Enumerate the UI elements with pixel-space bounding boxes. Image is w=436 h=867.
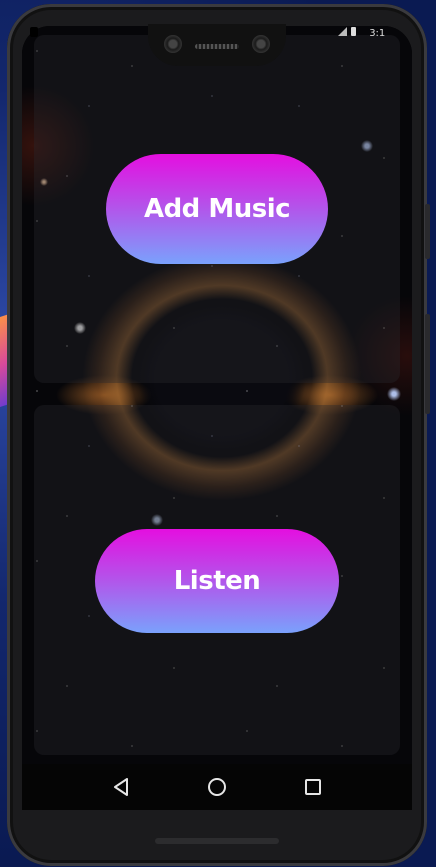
app-screen: Add Music Listen (22, 26, 412, 810)
volume-button (425, 204, 430, 259)
listen-label: Listen (173, 566, 261, 596)
front-camera-left-icon (164, 35, 182, 53)
bottom-speaker-grille (155, 838, 279, 844)
add-music-label: Add Music (143, 194, 291, 224)
home-circle-icon[interactable] (207, 777, 227, 797)
recents-square-icon[interactable] (303, 777, 323, 797)
power-button (425, 314, 430, 414)
back-triangle-icon[interactable] (111, 777, 131, 797)
status-indicator (30, 27, 38, 37)
status-time: 3:1 (369, 28, 386, 39)
android-nav-bar (22, 764, 412, 810)
add-music-button[interactable]: Add Music (106, 154, 328, 264)
earpiece-speaker (195, 44, 239, 49)
desktop-background: Add Music Listen 3:1 (0, 0, 436, 867)
listen-button[interactable]: Listen (95, 529, 339, 633)
status-icons: 3:1 (338, 26, 385, 40)
battery-icon (351, 27, 356, 36)
signal-icon (338, 27, 356, 36)
front-camera-right-icon (252, 35, 270, 53)
camera-notch (148, 24, 286, 66)
